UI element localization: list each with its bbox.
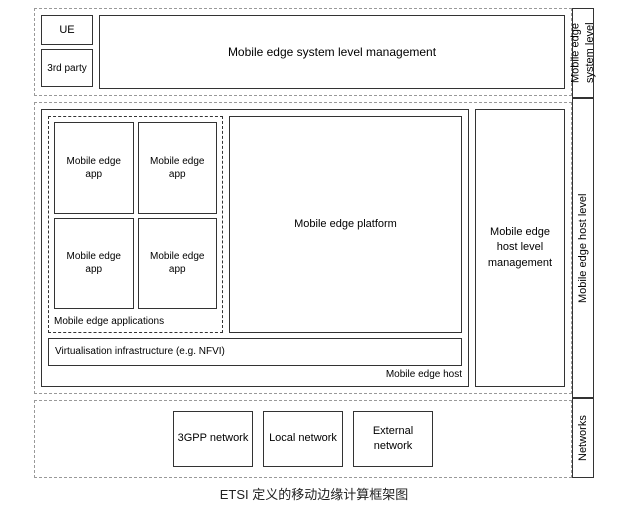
platform-box: Mobile edge platform xyxy=(229,116,462,333)
apps-platform-row: Mobile edge app Mobile edge app Mobile e… xyxy=(48,116,462,333)
3gpp-network-box: 3GPP network xyxy=(173,411,253,467)
apps-section: Mobile edge app Mobile edge app Mobile e… xyxy=(48,116,223,333)
host-inner-box: Mobile edge app Mobile edge app Mobile e… xyxy=(41,109,469,387)
host-level-section: Mobile edge app Mobile edge app Mobile e… xyxy=(34,102,572,394)
ue-box: UE xyxy=(41,15,93,45)
party-box: 3rd party xyxy=(41,49,93,87)
app-box-1: Mobile edge app xyxy=(54,122,134,214)
networks-section: 3GPP network Local network External netw… xyxy=(34,400,572,478)
right-labels: Mobile edge system level Mobile edge hos… xyxy=(572,8,594,478)
host-management-box: Mobile edge host level management xyxy=(475,109,565,387)
system-level-section: UE 3rd party Mobile edge system level ma… xyxy=(34,8,572,96)
diagram-caption: ETSI 定义的移动边缘计算框架图 xyxy=(220,484,409,503)
external-network-box: External network xyxy=(353,411,433,467)
ue-party-column: UE 3rd party xyxy=(41,15,93,89)
host-label: Mobile edge host xyxy=(48,369,462,380)
diagram-container: UE 3rd party Mobile edge system level ma… xyxy=(19,8,609,518)
app-box-4: Mobile edge app xyxy=(138,218,218,310)
architecture-diagram: UE 3rd party Mobile edge system level ma… xyxy=(34,8,594,478)
system-level-label: Mobile edge system level xyxy=(572,8,594,98)
networks-label: Networks xyxy=(572,398,594,478)
apps-grid: Mobile edge app Mobile edge app Mobile e… xyxy=(54,122,217,309)
local-network-box: Local network xyxy=(263,411,343,467)
app-box-2: Mobile edge app xyxy=(138,122,218,214)
system-management-box: Mobile edge system level management xyxy=(99,15,565,89)
apps-label: Mobile edge applications xyxy=(54,316,217,327)
virtualisation-box: Virtualisation infrastructure (e.g. NFVI… xyxy=(48,338,462,366)
left-content: UE 3rd party Mobile edge system level ma… xyxy=(34,8,572,478)
host-level-label: Mobile edge host level xyxy=(572,98,594,398)
app-box-3: Mobile edge app xyxy=(54,218,134,310)
